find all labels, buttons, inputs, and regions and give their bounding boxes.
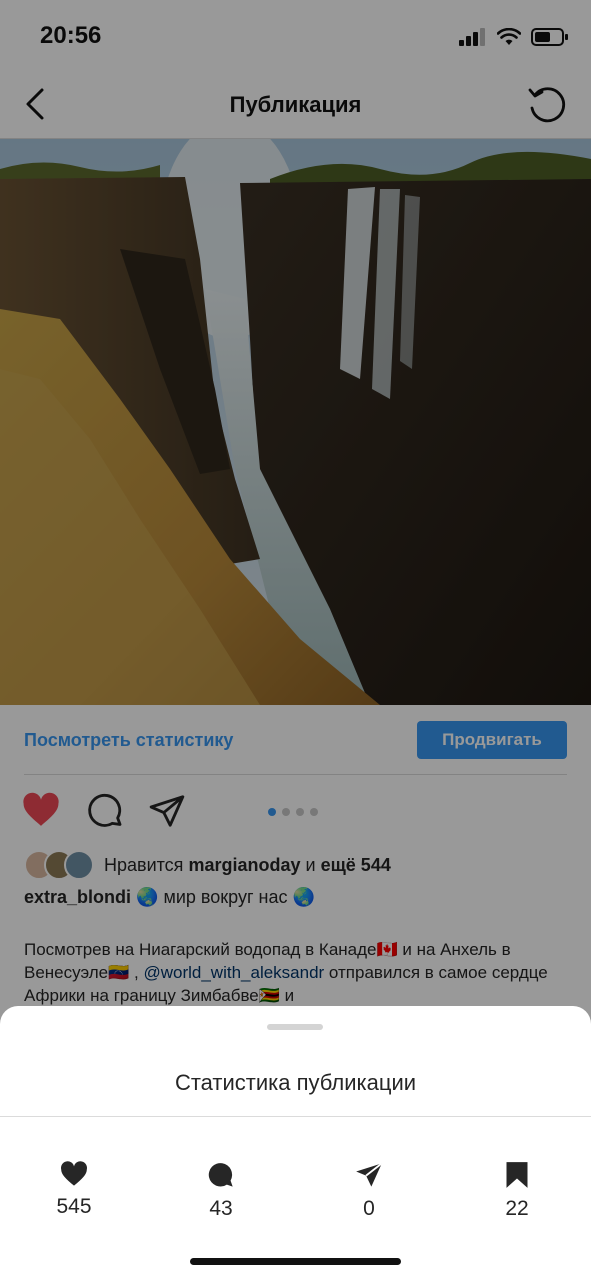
post-stats-sheet: Статистика публикации 545 43 0 22	[0, 1006, 591, 1280]
stat-shares: 0	[319, 1161, 419, 1221]
stat-comments: 43	[171, 1161, 271, 1221]
stat-value: 545	[56, 1195, 92, 1218]
divider	[0, 1116, 591, 1117]
heart-icon	[61, 1161, 87, 1186]
sheet-grabber[interactable]	[267, 1024, 323, 1030]
comment-icon	[208, 1163, 233, 1187]
stat-value: 43	[209, 1197, 233, 1220]
stat-value: 22	[505, 1197, 529, 1220]
send-icon	[356, 1162, 383, 1187]
home-indicator[interactable]	[190, 1258, 401, 1265]
bookmark-icon	[506, 1162, 528, 1188]
stat-saves: 22	[467, 1161, 567, 1221]
stat-likes: 545	[24, 1161, 124, 1219]
stat-value: 0	[363, 1197, 375, 1220]
sheet-title: Статистика публикации	[174, 1070, 417, 1095]
